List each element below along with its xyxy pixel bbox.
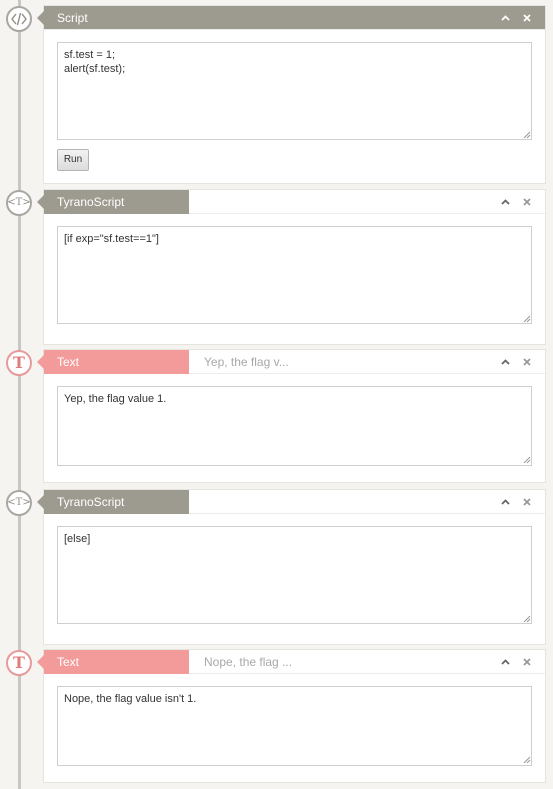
chevron-up-icon	[500, 199, 510, 205]
header-notch	[37, 195, 44, 209]
block-header: Text Nope, the flag ...	[37, 650, 545, 674]
tyranoscript-textarea[interactable]: [else]	[57, 526, 532, 624]
resize-grip-icon[interactable]	[522, 130, 531, 139]
header-notch	[37, 11, 44, 25]
text-textarea[interactable]: Nope, the flag value isn't 1.	[57, 686, 532, 766]
collapse-button[interactable]	[497, 490, 513, 514]
block-title: Text	[44, 350, 189, 374]
resize-grip-icon[interactable]	[522, 614, 531, 623]
text-textarea[interactable]: Yep, the flag value 1.	[57, 386, 532, 466]
text-block: Text Nope, the flag ... Nope, the flag v…	[37, 650, 545, 782]
header-notch	[37, 655, 44, 669]
block-title: Text	[44, 650, 189, 674]
block-header: TyranoScript	[37, 190, 545, 214]
header-notch	[37, 355, 44, 369]
header-notch	[37, 495, 44, 509]
resize-grip-icon[interactable]	[522, 755, 531, 764]
block-header: Text Yep, the flag v...	[37, 350, 545, 374]
close-icon	[523, 358, 531, 366]
chevron-up-icon	[500, 359, 510, 365]
run-button[interactable]: Run	[57, 149, 89, 171]
close-button[interactable]	[519, 350, 535, 374]
close-button[interactable]	[519, 650, 535, 674]
text-glyph: T	[13, 653, 25, 672]
tyranoscript-glyph: <T>	[7, 197, 31, 208]
collapse-button[interactable]	[497, 350, 513, 374]
resize-grip-icon[interactable]	[522, 314, 531, 323]
block-title: TyranoScript	[44, 490, 189, 514]
script-block: Script sf.test = 1; alert(sf.test); Run	[37, 6, 545, 183]
close-button[interactable]	[519, 190, 535, 214]
tyranoscript-glyph: <T>	[7, 497, 31, 508]
chevron-up-icon	[500, 499, 510, 505]
collapse-button[interactable]	[497, 6, 513, 30]
tyranoscript-block: TyranoScript [else]	[37, 490, 545, 644]
close-button[interactable]	[519, 490, 535, 514]
text-t-icon: T	[6, 350, 32, 376]
block-preview: Yep, the flag v...	[204, 355, 289, 369]
text-glyph: T	[13, 353, 25, 372]
block-title: TyranoScript	[44, 190, 189, 214]
script-textarea[interactable]: sf.test = 1; alert(sf.test);	[57, 42, 532, 140]
close-icon	[523, 498, 531, 506]
close-icon	[523, 198, 531, 206]
close-icon	[523, 658, 531, 666]
tyranoscript-icon: <T>	[6, 490, 32, 516]
tyranoscript-textarea[interactable]: [if exp="sf.test==1"]	[57, 226, 532, 324]
chevron-up-icon	[500, 659, 510, 665]
code-icon	[6, 6, 32, 32]
close-button[interactable]	[519, 6, 535, 30]
tyranoscript-block: TyranoScript [if exp="sf.test==1"]	[37, 190, 545, 344]
chevron-up-icon	[500, 15, 510, 21]
collapse-button[interactable]	[497, 190, 513, 214]
close-icon	[523, 14, 531, 22]
resize-grip-icon[interactable]	[522, 455, 531, 464]
text-t-icon: T	[6, 650, 32, 676]
block-header: Script	[37, 6, 545, 30]
text-block: Text Yep, the flag v... Yep, the flag va…	[37, 350, 545, 482]
block-title: Script	[57, 11, 88, 25]
block-header: TyranoScript	[37, 490, 545, 514]
collapse-button[interactable]	[497, 650, 513, 674]
tyranoscript-icon: <T>	[6, 190, 32, 216]
block-preview: Nope, the flag ...	[204, 655, 293, 669]
